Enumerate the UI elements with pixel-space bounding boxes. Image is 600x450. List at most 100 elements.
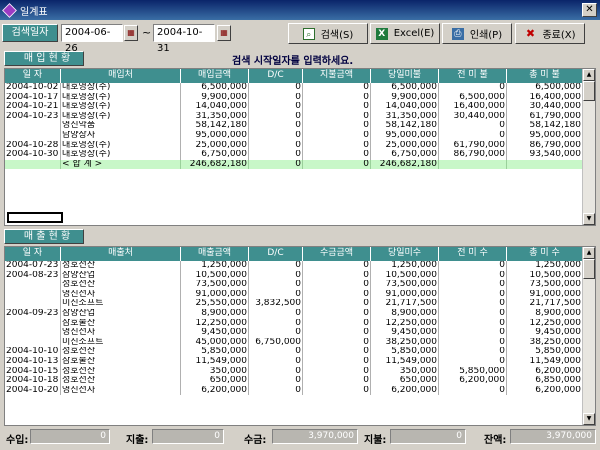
table-cell[interactable]: 73,500,000: [507, 280, 583, 290]
table-row[interactable]: 2004-10-20 영진전자 6,200,000 0 0 6,200,000 0 6,200…: [5, 385, 583, 396]
table-cell[interactable]: 6,750,000: [249, 337, 303, 348]
table-cell[interactable]: 0: [249, 159, 303, 170]
table-cell[interactable]: 6,200,000: [507, 385, 583, 396]
column-header[interactable]: 매출금액: [181, 247, 249, 261]
table-cell[interactable]: 성호전산: [61, 261, 181, 271]
table-cell[interactable]: 대호영상(주): [61, 111, 181, 122]
table-cell[interactable]: 0: [303, 261, 371, 271]
table-cell[interactable]: 650,000: [181, 376, 249, 386]
scroll-down-icon[interactable]: ▼: [583, 213, 595, 225]
table-cell[interactable]: 2004-10-21: [5, 102, 61, 112]
scroll-up-icon[interactable]: ▲: [583, 247, 595, 259]
table-cell[interactable]: 삼호물산: [61, 356, 181, 367]
table-cell[interactable]: 3,832,500: [249, 299, 303, 309]
column-header[interactable]: 전 미 불: [439, 69, 507, 83]
table-cell[interactable]: 350,000: [181, 366, 249, 377]
table-cell[interactable]: 2004-10-02: [5, 83, 61, 93]
table-cell[interactable]: 93,540,000: [507, 150, 583, 160]
column-header[interactable]: 매출처: [61, 247, 181, 261]
table-cell[interactable]: 0: [439, 121, 507, 131]
table-row[interactable]: 2004-10-23 대호영상(주) 31,350,000 0 0 31,350,000 3…: [5, 111, 583, 122]
table-cell[interactable]: 0: [303, 270, 371, 281]
table-cell[interactable]: 0: [249, 130, 303, 141]
table-cell[interactable]: 0: [303, 299, 371, 309]
scroll-down-icon[interactable]: ▼: [583, 413, 595, 425]
table-cell[interactable]: 0: [249, 150, 303, 160]
table-cell[interactable]: 61,790,000: [439, 140, 507, 151]
table-cell[interactable]: [5, 159, 61, 170]
table-cell[interactable]: 9,450,000: [507, 328, 583, 338]
table-row[interactable]: 2004-10-30 대호영상(주) 6,750,000 0 0 6,750,000 86,…: [5, 150, 583, 160]
table-cell[interactable]: 12,250,000: [181, 318, 249, 329]
table-cell[interactable]: 대호영상(주): [61, 150, 181, 160]
table-cell[interactable]: 6,200,000: [181, 385, 249, 396]
table-row[interactable]: 2004-08-23 삼양산업 10,500,000 0 0 10,500,000 0 10,…: [5, 270, 583, 281]
table-cell[interactable]: 2004-10-17: [5, 92, 61, 103]
table-cell[interactable]: 영진전자: [61, 385, 181, 396]
table-cell[interactable]: 영진전자: [61, 328, 181, 338]
table-cell[interactable]: 삼호물산: [61, 318, 181, 329]
table-cell[interactable]: 0: [249, 356, 303, 367]
table-cell[interactable]: 21,717,500: [507, 299, 583, 309]
table-cell[interactable]: 10,500,000: [371, 270, 439, 281]
table-row[interactable]: 미진소프트 45,000,000 6,750,000 0 38,250,000 0 38,2…: [5, 337, 583, 348]
total-row[interactable]: < 합 계 >246,682,180 0 0 246,682,180: [5, 159, 583, 170]
table-cell[interactable]: 0: [303, 328, 371, 338]
table-cell[interactable]: 95,000,000: [181, 130, 249, 141]
table-cell[interactable]: 0: [303, 289, 371, 300]
table-cell[interactable]: 5,850,000: [181, 347, 249, 357]
table-cell[interactable]: 0: [303, 337, 371, 348]
table-cell[interactable]: 10,500,000: [507, 270, 583, 281]
table-cell[interactable]: 0: [439, 280, 507, 290]
table-cell[interactable]: 성호전산: [61, 280, 181, 290]
table-cell[interactable]: 9,450,000: [371, 328, 439, 338]
table-cell[interactable]: 58,142,180: [507, 121, 583, 131]
table-cell[interactable]: 30,440,000: [507, 102, 583, 112]
table-cell[interactable]: 0: [249, 376, 303, 386]
table-cell[interactable]: 0: [303, 111, 371, 122]
column-header[interactable]: 수금금액: [303, 247, 371, 261]
table-row[interactable]: 삼호물산 12,250,000 0 0 12,250,000 0 12,250,000: [5, 318, 583, 329]
column-header[interactable]: 전 미 수: [439, 247, 507, 261]
table-cell[interactable]: 0: [249, 121, 303, 131]
table-cell[interactable]: 8,900,000: [371, 308, 439, 319]
table-cell[interactable]: 73,500,000: [181, 280, 249, 290]
table-cell[interactable]: 2004-10-30: [5, 150, 61, 160]
table-cell[interactable]: 12,250,000: [507, 318, 583, 329]
table-cell[interactable]: 0: [439, 308, 507, 319]
print-button[interactable]: ⎙ 인쇄(P): [442, 23, 512, 44]
table-cell[interactable]: 대호영상(주): [61, 83, 181, 93]
sales-table[interactable]: 일 자 매출처 매출금액 D/C 수금금액 당일미수 전 미 수 총 미 수 2…: [4, 246, 596, 426]
table-row[interactable]: 2004-10-02 대호영상(주) 6,500,000 0 0 6,500,000 0 6,…: [5, 83, 583, 93]
table-cell[interactable]: 0: [249, 328, 303, 338]
scroll-thumb[interactable]: [583, 259, 595, 279]
table-cell[interactable]: 0: [303, 376, 371, 386]
table-cell[interactable]: 대호영상(주): [61, 140, 181, 151]
table-cell[interactable]: 5,850,000: [439, 366, 507, 377]
close-window-button[interactable]: ✕: [582, 3, 597, 17]
table-row[interactable]: 2004-09-23 삼양산업 8,900,000 0 0 8,900,000 0 8,900…: [5, 308, 583, 319]
table-cell[interactable]: 21,717,500: [371, 299, 439, 309]
table-cell[interactable]: 6,200,000: [371, 385, 439, 396]
table-cell[interactable]: 0: [439, 289, 507, 300]
column-header[interactable]: 일 자: [5, 247, 61, 261]
table-cell[interactable]: 0: [249, 92, 303, 103]
table-cell[interactable]: 86,790,000: [439, 150, 507, 160]
column-header[interactable]: 총 미 수: [507, 247, 583, 261]
table-cell[interactable]: 38,250,000: [507, 337, 583, 348]
table-cell[interactable]: 대호영상(주): [61, 102, 181, 112]
table-cell[interactable]: 0: [303, 130, 371, 141]
table-cell[interactable]: 0: [249, 385, 303, 396]
table-cell[interactable]: 0: [439, 347, 507, 357]
column-header[interactable]: 지불금액: [303, 69, 371, 83]
table-cell[interactable]: 2004-10-10: [5, 347, 61, 357]
table-cell[interactable]: 91,000,000: [181, 289, 249, 300]
table-row[interactable]: 2004-10-17 대호영상(주) 9,900,000 0 0 9,900,000 6,5…: [5, 92, 583, 103]
table-cell[interactable]: [5, 121, 61, 131]
date-to-field[interactable]: 2004-10-31: [153, 24, 215, 54]
table-cell[interactable]: 9,900,000: [181, 92, 249, 103]
table-cell[interactable]: 0: [439, 83, 507, 93]
column-header[interactable]: D/C: [249, 247, 303, 261]
table-row[interactable]: 2004-10-18 성호전산 650,000 0 0 650,000 6,200,000 6…: [5, 376, 583, 386]
column-header[interactable]: 매입처: [61, 69, 181, 83]
